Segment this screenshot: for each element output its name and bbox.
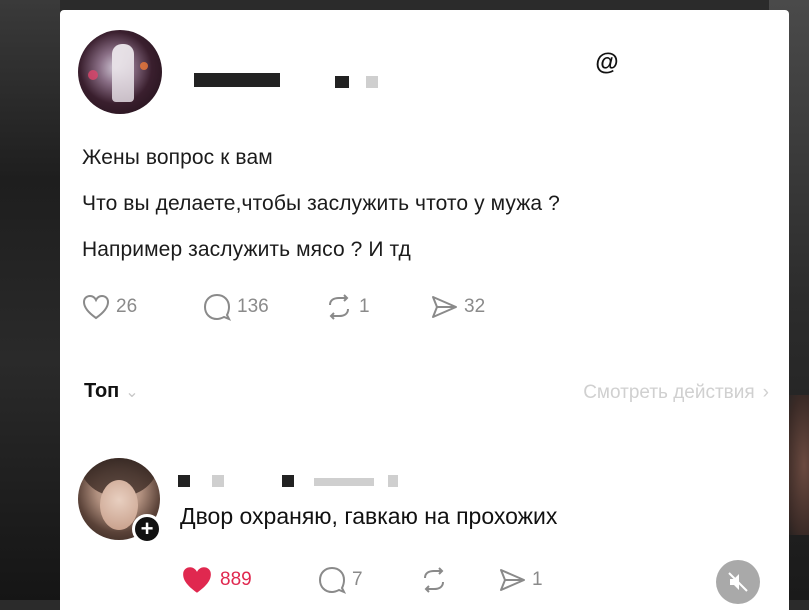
reply-like-button[interactable]: 889 [180,565,252,595]
repost-icon [329,294,349,320]
view-activity-link[interactable]: Смотреть действия › [583,382,769,404]
speaker-muted-icon [728,572,748,592]
avatar-light [140,62,148,70]
redacted-username [335,76,349,88]
post-author-avatar[interactable] [78,30,162,114]
post-text-line: Например заслужить мясо ? И тд [82,238,411,261]
threads-icon[interactable]: @ [594,50,620,76]
share-button[interactable]: 32 [430,293,485,321]
chevron-right-icon: › [762,382,769,403]
redacted-username [212,475,224,487]
reply-text: Двор охраняю, гавкаю на прохожих [180,503,558,529]
mute-button[interactable] [716,560,760,604]
avatar-figure [112,44,134,102]
threads-post-card: @ Жены вопрос к вам Что вы делаете,чтобы… [60,10,789,610]
comment-icon [318,566,346,594]
reply-share-count: 1 [532,569,543,590]
video-background-left [0,0,60,600]
like-button[interactable]: 26 [82,293,137,321]
heart-filled-icon [183,567,211,593]
avatar-light [88,70,98,80]
redacted-username [366,76,378,88]
chevron-down-icon: ⌄ [125,383,139,401]
reply-like-count: 889 [220,569,252,590]
redacted-username [194,73,280,87]
comment-count: 136 [237,296,269,317]
follow-plus-icon[interactable]: + [132,514,162,544]
redacted-username [282,475,294,487]
reply-comment-count: 7 [352,569,363,590]
repost-button[interactable]: 1 [325,293,370,321]
comment-icon [203,293,231,321]
view-activity-label: Смотреть действия [583,382,755,403]
post-text-line: Жены вопрос к вам [82,146,273,169]
repost-icon [424,567,444,593]
reply-repost-button[interactable] [420,565,448,595]
share-count: 32 [464,296,486,317]
post-text-line: Что вы делаете,чтобы заслужить чтото у м… [82,192,560,215]
sort-label: Топ [84,380,120,402]
heart-icon [82,294,110,320]
sort-dropdown[interactable]: Топ ⌄ [84,380,139,403]
reply-comment-button[interactable]: 7 [318,565,363,595]
redacted-username [388,475,398,487]
comment-button[interactable]: 136 [203,293,269,321]
send-icon [500,569,525,591]
like-count: 26 [116,296,138,317]
send-icon [432,296,457,318]
redacted-username [178,475,190,487]
repost-count: 1 [359,296,370,317]
redacted-username [314,478,374,486]
reply-share-button[interactable]: 1 [498,565,543,595]
